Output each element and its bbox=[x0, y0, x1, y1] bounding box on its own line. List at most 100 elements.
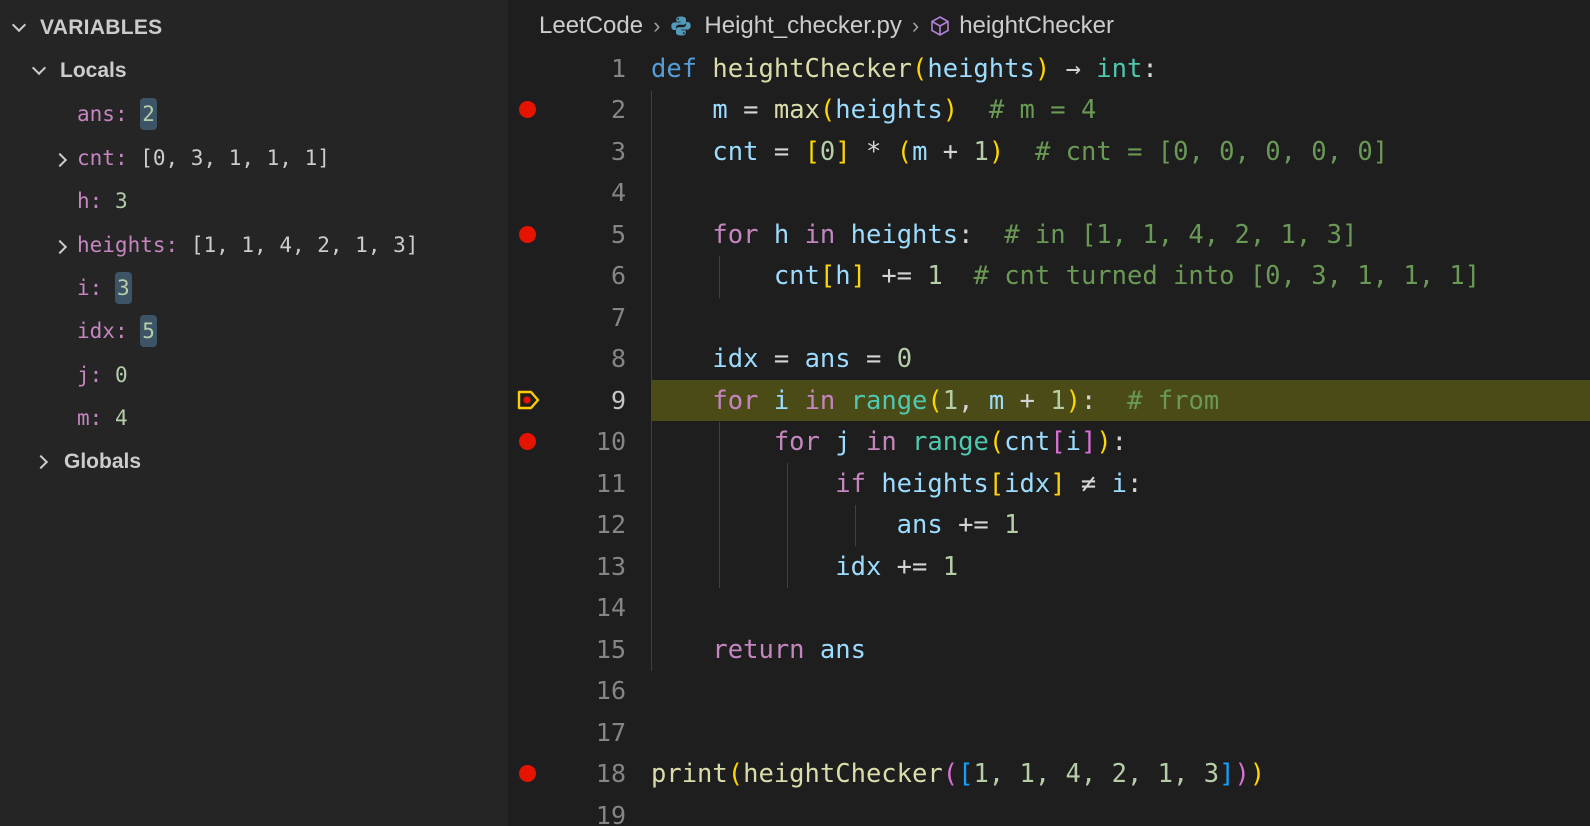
variable-value: 0 bbox=[114, 363, 128, 387]
method-cube-icon bbox=[931, 16, 950, 36]
code-line[interactable]: 5 for h in heights: # in [1, 1, 4, 2, 1,… bbox=[508, 214, 1590, 255]
line-number[interactable]: 19 bbox=[550, 801, 626, 826]
code-line[interactable]: 10 for j in range(cnt[i]): bbox=[508, 421, 1590, 462]
chevron-down-icon[interactable] bbox=[12, 21, 26, 35]
variables-title: VARIABLES bbox=[40, 16, 163, 39]
code-text: idx += 1 bbox=[835, 551, 959, 582]
code-line[interactable]: 15 return ans bbox=[508, 629, 1590, 670]
python-file-icon bbox=[671, 16, 692, 36]
variable-row-ans[interactable]: ans: 2 bbox=[55, 94, 157, 134]
line-number[interactable]: 11 bbox=[550, 469, 626, 498]
variable-value: 3 bbox=[114, 272, 132, 304]
breakpoint-icon[interactable] bbox=[519, 101, 536, 118]
variable-row-heights[interactable]: heights: [1, 1, 4, 2, 1, 3] bbox=[55, 225, 418, 265]
code-line[interactable]: 18 print(heightChecker([1, 1, 4, 2, 1, 3… bbox=[508, 753, 1590, 794]
line-number[interactable]: 15 bbox=[550, 635, 626, 664]
code-line[interactable]: 16 bbox=[508, 670, 1590, 711]
breakpoint-icon[interactable] bbox=[519, 765, 536, 782]
line-number[interactable]: 13 bbox=[550, 552, 626, 581]
code-text: ans += 1 bbox=[896, 509, 1020, 540]
variable-name: heights bbox=[77, 233, 166, 257]
variable-name: cnt bbox=[77, 146, 115, 170]
chevron-down-icon[interactable] bbox=[32, 64, 46, 78]
code-text: cnt[h] += 1 # cnt turned into [0, 3, 1, … bbox=[773, 260, 1481, 291]
variable-value: [1, 1, 4, 2, 1, 3] bbox=[190, 233, 419, 257]
code-text: for i in range(1, m + 1): # from bbox=[712, 385, 1220, 416]
variable-row-m[interactable]: m: 4 bbox=[55, 398, 128, 438]
line-number[interactable]: 10 bbox=[550, 427, 626, 456]
line-number[interactable]: 6 bbox=[550, 261, 626, 290]
code-line[interactable]: 13 idx += 1 bbox=[508, 546, 1590, 587]
variable-name: ans bbox=[77, 102, 115, 126]
line-number[interactable]: 5 bbox=[550, 220, 626, 249]
line-number[interactable]: 16 bbox=[550, 676, 626, 705]
code-text: print(heightChecker([1, 1, 4, 2, 1, 3])) bbox=[651, 758, 1266, 789]
code-line[interactable]: 2 m = max(heights) # m = 4 bbox=[508, 89, 1590, 130]
variable-row-i[interactable]: i: 3 bbox=[55, 268, 132, 308]
variable-row-j[interactable]: j: 0 bbox=[55, 355, 128, 395]
variable-name: m bbox=[77, 406, 90, 430]
line-number[interactable]: 12 bbox=[550, 510, 626, 539]
variable-row-cnt[interactable]: cnt: [0, 3, 1, 1, 1] bbox=[55, 138, 330, 178]
code-text: for h in heights: # in [1, 1, 4, 2, 1, 3… bbox=[712, 219, 1358, 250]
breakpoint-icon[interactable] bbox=[519, 433, 536, 450]
line-number[interactable]: 9 bbox=[550, 386, 626, 415]
breakpoint-icon[interactable] bbox=[519, 226, 536, 243]
variable-value: 3 bbox=[114, 189, 128, 213]
code-line[interactable]: 6 cnt[h] += 1 # cnt turned into [0, 3, 1… bbox=[508, 255, 1590, 296]
variable-value: 4 bbox=[114, 406, 128, 430]
variable-name: idx bbox=[77, 319, 115, 343]
code-line[interactable]: 8 idx = ans = 0 bbox=[508, 338, 1590, 379]
locals-label: Locals bbox=[60, 59, 127, 82]
current-execution-line[interactable]: 9 for i in range(1, m + 1): # from bbox=[508, 380, 1590, 421]
code-text: idx = ans = 0 bbox=[712, 343, 913, 374]
variable-row-idx[interactable]: idx: 5 bbox=[55, 311, 157, 351]
line-number[interactable]: 4 bbox=[550, 178, 626, 207]
line-number[interactable]: 2 bbox=[550, 95, 626, 124]
code-line[interactable]: 17 bbox=[508, 712, 1590, 753]
variable-row-h[interactable]: h: 3 bbox=[55, 181, 128, 221]
code-line[interactable]: 12 ans += 1 bbox=[508, 504, 1590, 545]
line-number[interactable]: 3 bbox=[550, 137, 626, 166]
line-number[interactable]: 8 bbox=[550, 344, 626, 373]
breadcrumb-file[interactable]: Height_checker.py bbox=[704, 12, 901, 40]
line-number[interactable]: 14 bbox=[550, 593, 626, 622]
globals-scope-header[interactable]: Globals bbox=[36, 446, 141, 478]
code-text: def heightChecker(heights) → int: bbox=[651, 53, 1158, 84]
chevron-right-icon[interactable] bbox=[55, 240, 69, 254]
breadcrumb: LeetCode › Height_checker.py › heightChe… bbox=[539, 6, 1114, 46]
code-line[interactable]: 19 bbox=[508, 795, 1590, 826]
variable-name: j bbox=[77, 363, 90, 387]
code-line[interactable]: 7 bbox=[508, 297, 1590, 338]
code-text: m = max(heights) # m = 4 bbox=[712, 94, 1097, 125]
code-editor[interactable]: LeetCode › Height_checker.py › heightChe… bbox=[508, 0, 1590, 826]
chevron-right-icon: › bbox=[911, 13, 920, 38]
code-line[interactable]: 1 def heightChecker(heights) → int: bbox=[508, 48, 1590, 89]
code-line[interactable]: 3 cnt = [0] * (m + 1) # cnt = [0, 0, 0, … bbox=[508, 131, 1590, 172]
breadcrumb-symbol[interactable]: heightChecker bbox=[959, 12, 1114, 40]
variable-value: 5 bbox=[140, 315, 157, 347]
variable-name: h bbox=[77, 189, 90, 213]
line-number[interactable]: 7 bbox=[550, 303, 626, 332]
code-line[interactable]: 4 bbox=[508, 172, 1590, 213]
code-text: return ans bbox=[712, 634, 866, 665]
code-text: cnt = [0] * (m + 1) # cnt = [0, 0, 0, 0,… bbox=[712, 136, 1389, 167]
code-text: for j in range(cnt[i]): bbox=[773, 426, 1128, 457]
chevron-right-icon[interactable] bbox=[36, 455, 50, 469]
line-number[interactable]: 18 bbox=[550, 759, 626, 788]
line-number[interactable]: 17 bbox=[550, 718, 626, 747]
debug-current-line-icon bbox=[517, 390, 540, 410]
code-text: if heights[idx] ≠ i: bbox=[835, 468, 1143, 499]
chevron-right-icon[interactable] bbox=[55, 153, 69, 167]
chevron-right-icon: › bbox=[653, 13, 661, 38]
variable-value: [0, 3, 1, 1, 1] bbox=[140, 146, 330, 170]
globals-label: Globals bbox=[64, 450, 142, 473]
locals-scope-header[interactable]: Locals bbox=[32, 55, 127, 87]
variables-panel: VARIABLES Locals ans: 2 cnt: [0, 3, 1, 1… bbox=[0, 0, 508, 826]
line-number[interactable]: 1 bbox=[550, 54, 626, 83]
breadcrumb-folder[interactable]: LeetCode bbox=[539, 12, 643, 40]
variable-name: i bbox=[77, 276, 90, 300]
code-line[interactable]: 11 if heights[idx] ≠ i: bbox=[508, 463, 1590, 504]
variables-section-header[interactable]: VARIABLES bbox=[12, 12, 163, 44]
code-line[interactable]: 14 bbox=[508, 587, 1590, 628]
